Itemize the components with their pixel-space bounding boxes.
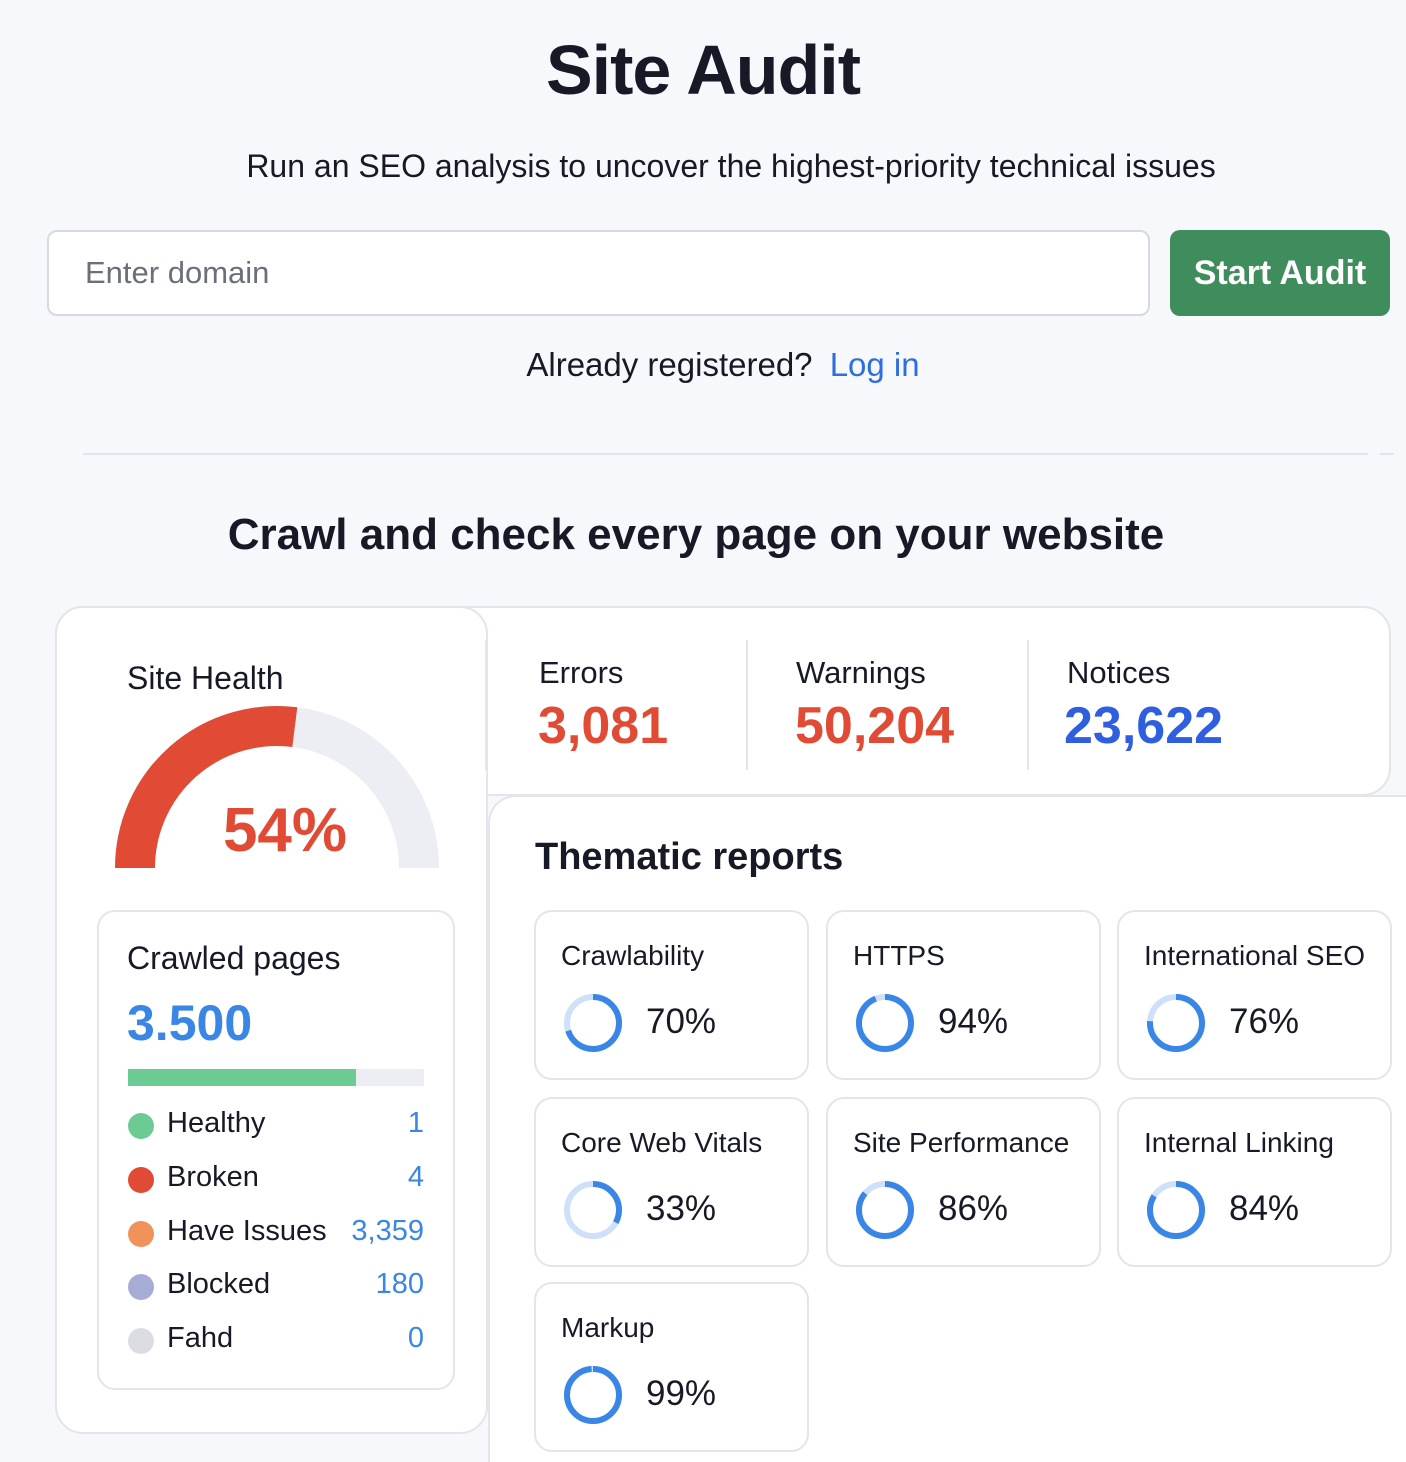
report-percent: 76% [1229,1002,1300,1041]
site-health-label: Site Health [127,660,284,696]
progress-ring-icon [1147,1181,1205,1239]
section-divider-end [1380,453,1394,455]
report-name: Core Web Vitals [561,1127,763,1158]
legend-label: Broken [167,1161,259,1193]
crawled-pages-card [97,910,455,1390]
progress-ring-icon [856,1181,914,1239]
report-tile-https[interactable]: HTTPS 94% [826,910,1101,1080]
report-tile-markup[interactable]: Markup 99% [534,1282,809,1452]
stat-separator [485,640,487,770]
errors-value: 3,081 [538,697,669,755]
login-prompt-line: Already registered? Log in [0,346,1406,384]
progress-ring-icon [564,1366,622,1424]
crawled-progress-bar [128,1069,424,1086]
report-name: HTTPS [853,940,945,971]
section-divider [83,453,1368,455]
page-subtitle: Run an SEO analysis to uncover the highe… [246,148,1216,184]
legend-label: Blocked [167,1268,271,1300]
legend-row-have-issues[interactable]: Have Issues 3,359 [128,1213,424,1253]
progress-ring-icon [1147,994,1205,1052]
report-tile-internal-linking[interactable]: Internal Linking 84% [1117,1097,1392,1267]
site-audit-page: Site Audit Run an SEO analysis to uncove… [0,0,1406,1462]
report-name: International SEO [1144,940,1366,971]
report-name: Crawlability [561,940,705,971]
ring-fill [856,994,914,1052]
report-percent: 70% [646,1002,717,1041]
notices-value: 23,622 [1064,697,1224,755]
site-health-value: 54% [222,796,348,865]
page-title: Site Audit [545,31,861,109]
subtitle-wrap: Run an SEO analysis to uncover the highe… [0,148,1406,185]
report-tile-international-seo[interactable]: International SEO 76% [1117,910,1392,1080]
report-name: Site Performance [853,1127,1070,1158]
healthy-dot-icon [128,1113,154,1139]
report-percent: 94% [938,1002,1009,1041]
legend-label: Fahd [167,1322,234,1354]
report-name: Internal Linking [1144,1127,1334,1158]
report-name: Markup [561,1312,655,1343]
legend-row-blocked[interactable]: Blocked 180 [128,1266,424,1306]
login-link[interactable]: Log in [830,346,920,383]
broken-dot-icon [128,1167,154,1193]
legend-row-fahd[interactable]: Fahd 0 [128,1320,424,1360]
errors-label: Errors [539,655,624,690]
legend-label: Have Issues [167,1215,327,1247]
legend-row-broken[interactable]: Broken 4 [128,1159,424,1199]
warnings-label: Warnings [796,655,926,690]
domain-input[interactable] [47,230,1150,316]
warnings-value: 50,204 [795,697,955,755]
progress-ring-icon [564,994,622,1052]
thematic-reports-title: Thematic reports [535,836,844,878]
fahd-dot-icon [128,1328,154,1354]
crawled-pages-value: 3.500 [127,995,253,1051]
legend-count[interactable]: 180 [376,1268,424,1301]
report-percent: 86% [938,1189,1009,1228]
legend-count[interactable]: 1 [408,1107,424,1140]
report-tile-crawlability[interactable]: Crawlability 70% [534,910,809,1080]
legend-count[interactable]: 3,359 [351,1215,424,1248]
stat-separator [746,640,748,770]
legend-count[interactable]: 4 [408,1161,424,1194]
stat-separator [1027,640,1029,770]
report-tile-core-web-vitals[interactable]: Core Web Vitals 33% [534,1097,809,1267]
report-tile-site-performance[interactable]: Site Performance 86% [826,1097,1101,1267]
have-issues-dot-icon [128,1221,154,1247]
legend-label: Healthy [167,1107,266,1139]
legend-count[interactable]: 0 [408,1322,424,1355]
progress-ring-icon [564,1181,622,1239]
section-title: Crawl and check every page on your websi… [227,510,1165,559]
legend-row-healthy[interactable]: Healthy 1 [128,1105,424,1145]
crawled-pages-title: Crawled pages [127,940,341,976]
progress-ring-icon [856,994,914,1052]
login-prompt: Already registered? [526,346,813,383]
blocked-dot-icon [128,1274,154,1300]
notices-label: Notices [1067,655,1171,690]
report-percent: 33% [646,1189,717,1228]
report-percent: 84% [1229,1189,1300,1228]
start-audit-button[interactable]: Start Audit [1170,230,1390,316]
ring-fill [564,1366,622,1424]
crawled-progress-fill [128,1069,356,1086]
report-percent: 99% [646,1374,717,1413]
